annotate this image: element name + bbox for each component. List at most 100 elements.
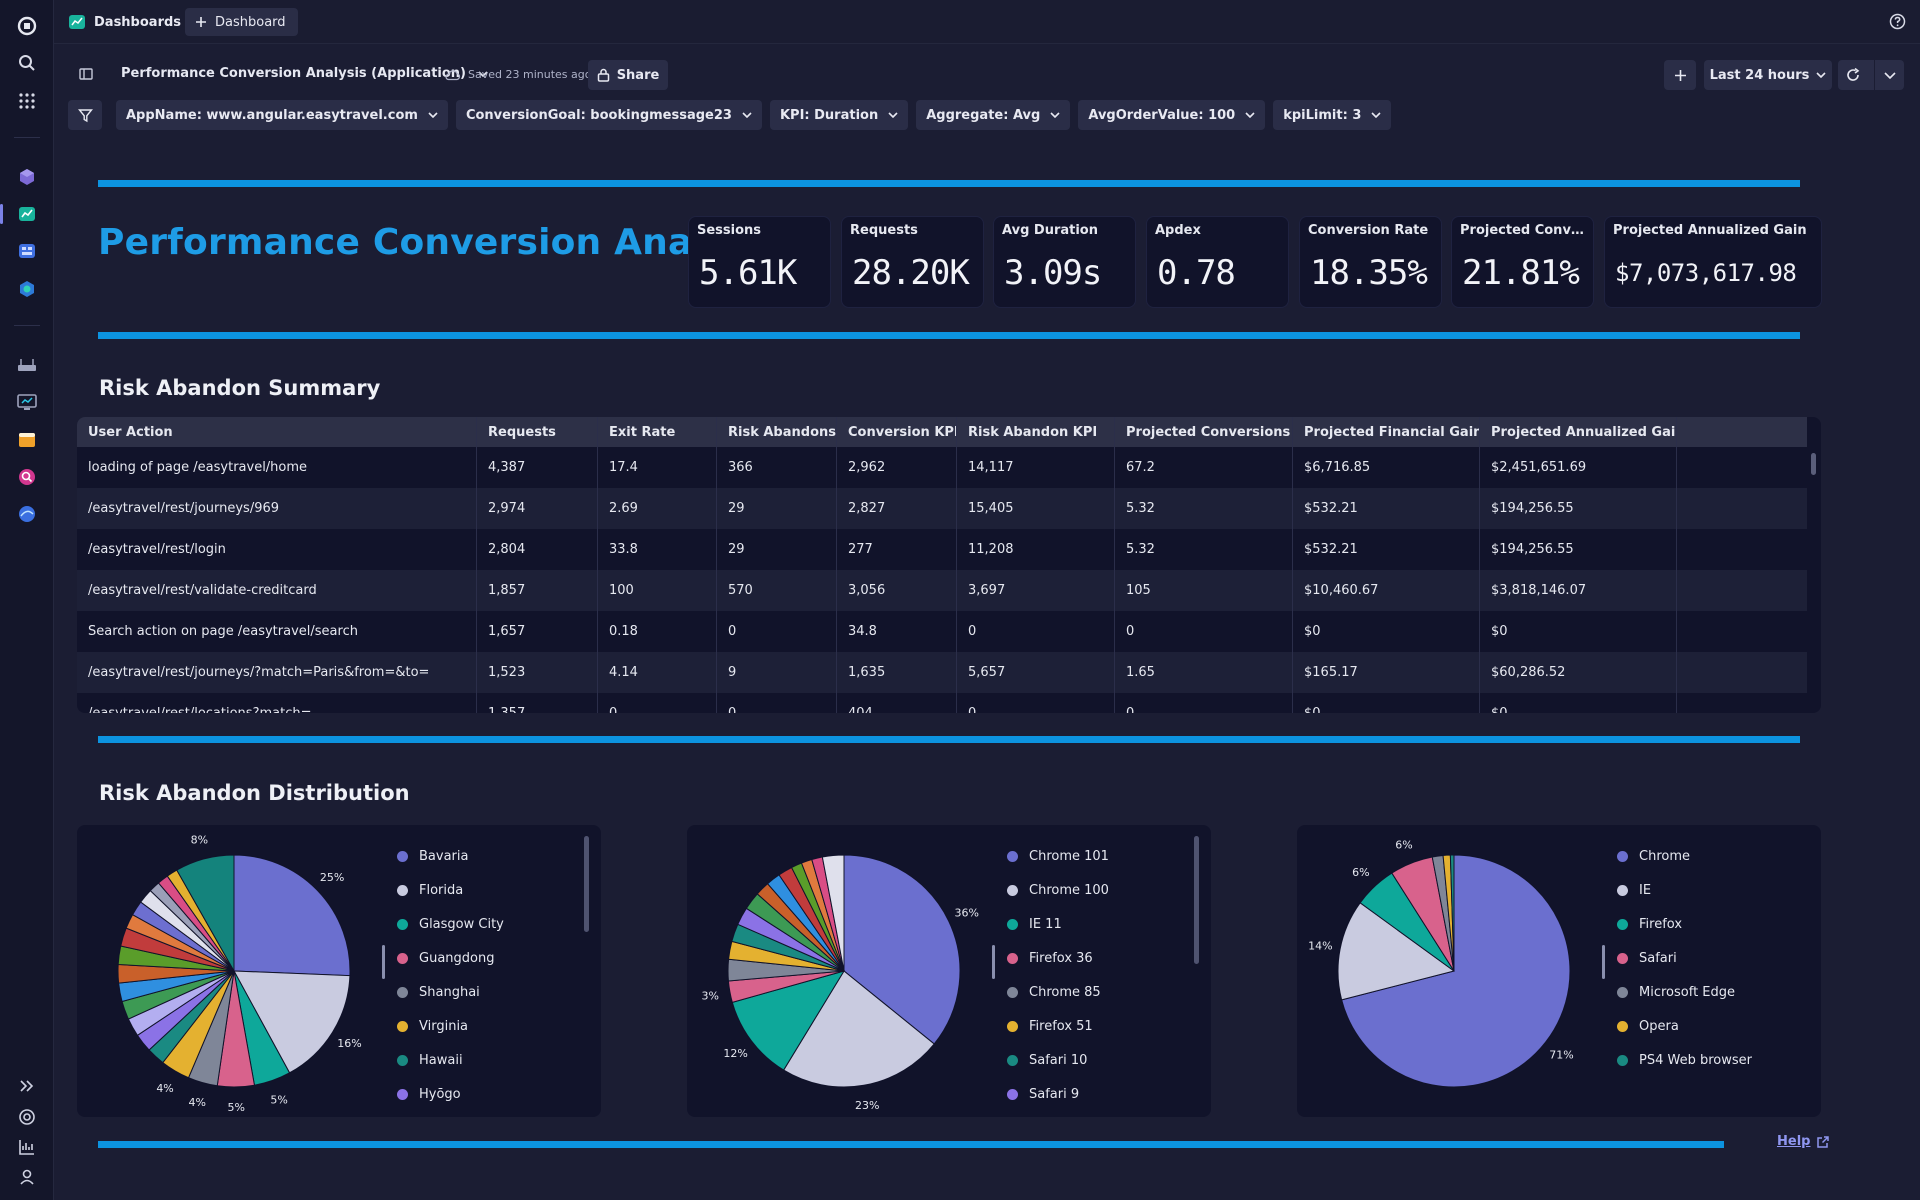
kpi-projected-conversion: Projected Conversio... 21.81% xyxy=(1451,216,1594,308)
legend-item[interactable]: Chrome 85 xyxy=(1007,975,1109,1009)
legend-item[interactable]: IE 11 xyxy=(1007,907,1109,941)
share-button[interactable]: Share xyxy=(588,60,668,90)
risk-abandon-table[interactable]: User Action Requests Exit Rate Risk Aban… xyxy=(77,417,1821,713)
legend-item[interactable]: Virginia xyxy=(397,1009,504,1043)
timeframe-selector[interactable]: Last 24 hours xyxy=(1704,60,1832,90)
frontend-app-icon[interactable] xyxy=(11,388,43,416)
column-header[interactable]: Projected Financial Gain xyxy=(1293,417,1480,447)
legend-item[interactable]: Glasgow City xyxy=(397,907,504,941)
legend-item[interactable]: Safari xyxy=(1617,941,1752,975)
table-row[interactable]: Search action on page /easytravel/search… xyxy=(77,611,1807,652)
filter-aggregate[interactable]: Aggregate: Avg xyxy=(916,100,1071,130)
legend-item[interactable]: Chrome 101 xyxy=(1007,839,1109,873)
usage-chart-icon[interactable] xyxy=(11,1133,43,1161)
column-header[interactable]: Risk Abandons xyxy=(717,417,837,447)
legend-resize-handle[interactable] xyxy=(1602,945,1605,979)
chevron-down-icon xyxy=(1816,72,1826,78)
legend-label: Safari 10 xyxy=(1029,1052,1088,1068)
kpi-projected-annualized-gain: Projected Annualized Gain $7,073,617.98 xyxy=(1604,216,1822,308)
column-header[interactable]: Risk Abandon KPI xyxy=(957,417,1115,447)
legend-item[interactable]: Safari 10 xyxy=(1007,1043,1109,1077)
table-cell: $0 xyxy=(1293,693,1480,713)
column-header[interactable]: Requests xyxy=(477,417,598,447)
legend-item[interactable]: Firefox 36 xyxy=(1007,941,1109,975)
table-cell: /easytravel/rest/validate-creditcard xyxy=(77,570,477,611)
synthetic-app-icon[interactable] xyxy=(11,500,43,528)
table-cell: 17.4 xyxy=(598,447,717,488)
infrastructure-app-icon[interactable] xyxy=(11,351,43,379)
table-row[interactable]: /easytravel/rest/journeys/?match=Paris&f… xyxy=(77,652,1807,693)
tab-dashboard[interactable]: Dashboard xyxy=(185,8,298,36)
legend-swatch xyxy=(1007,1088,1018,1100)
legend-item[interactable]: Florida xyxy=(397,873,504,907)
apps-grid-icon[interactable] xyxy=(11,87,43,115)
filter-icon xyxy=(77,108,93,123)
dashboard-title[interactable]: Performance Conversion Analysis (Applica… xyxy=(121,66,488,81)
pie-data-label: 12% xyxy=(723,1047,747,1060)
legend-resize-handle[interactable] xyxy=(992,945,995,979)
column-header[interactable]: Projected Conversions xyxy=(1115,417,1293,447)
help-link[interactable]: Help xyxy=(1777,1134,1830,1149)
table-row[interactable]: /easytravel/rest/validate-creditcard 1,85… xyxy=(77,570,1807,611)
refresh-options-button[interactable] xyxy=(1874,60,1904,90)
dynatrace-logo-icon[interactable] xyxy=(11,12,43,40)
filter-conversion-goal[interactable]: ConversionGoal: bookingmessage23 xyxy=(455,100,762,130)
filter-kpi[interactable]: KPI: Duration xyxy=(769,100,909,130)
legend-item[interactable]: Chrome 100 xyxy=(1007,873,1109,907)
legend-item[interactable]: Opera xyxy=(1617,1009,1752,1043)
rail-divider xyxy=(14,137,40,138)
search-icon[interactable] xyxy=(11,49,43,77)
legend-item[interactable]: Microsoft Edge xyxy=(1617,975,1752,1009)
column-header[interactable]: Conversion KPI xyxy=(837,417,957,447)
add-tile-button[interactable] xyxy=(1664,60,1696,90)
table-cell: $6,716.85 xyxy=(1293,447,1480,488)
legend-item[interactable]: Hawaii xyxy=(397,1043,504,1077)
support-icon[interactable] xyxy=(11,1103,43,1131)
help-icon[interactable] xyxy=(1889,13,1906,34)
legend-item[interactable]: Chrome xyxy=(1617,839,1752,873)
filter-kpi-limit[interactable]: kpiLimit: 3 xyxy=(1273,100,1392,130)
refresh-button[interactable] xyxy=(1838,60,1867,90)
legend-item[interactable]: Hyōgo xyxy=(397,1077,504,1111)
legend-item[interactable]: Shanghai xyxy=(397,975,504,1009)
table-cell: 14,117 xyxy=(957,447,1115,488)
table-cell: 5,657 xyxy=(957,652,1115,693)
column-header[interactable]: Projected Annualized Gain xyxy=(1480,417,1677,447)
legend-item[interactable]: PS4 Web browser xyxy=(1617,1043,1752,1077)
dashboards-app-icon[interactable] xyxy=(0,200,43,228)
session-replay-icon[interactable] xyxy=(11,463,43,491)
user-icon[interactable] xyxy=(11,1163,43,1191)
filter-avg-order-value[interactable]: AvgOrderValue: 100 xyxy=(1078,100,1266,130)
legend-scrollbar[interactable] xyxy=(584,836,589,932)
legend-resize-handle[interactable] xyxy=(382,945,385,979)
expand-rail-icon[interactable] xyxy=(11,1072,43,1100)
legend-item[interactable]: Safari 9 xyxy=(1007,1077,1109,1111)
legend-item[interactable]: Guangdong xyxy=(397,941,504,975)
table-scrollbar[interactable] xyxy=(1811,453,1816,475)
column-header[interactable]: Exit Rate xyxy=(598,417,717,447)
legend-item[interactable]: Firefox xyxy=(1617,907,1752,941)
notebooks-app-icon[interactable] xyxy=(11,237,43,265)
services-app-icon[interactable] xyxy=(11,275,43,303)
legend-item[interactable]: Bavaria xyxy=(397,839,504,873)
legend-scrollbar[interactable] xyxy=(1194,836,1199,964)
toggle-sidebar-icon[interactable] xyxy=(78,66,94,86)
filter-appname[interactable]: AppName: www.angular.easytravel.com xyxy=(116,100,448,130)
tab-dashboards-app[interactable]: Dashboards xyxy=(68,9,181,35)
table-row[interactable]: /easytravel/rest/login 2,804 33.8 29 277 11,2… xyxy=(77,529,1807,570)
table-row[interactable]: /easytravel/rest/journeys/969 2,974 2.69 29… xyxy=(77,488,1807,529)
cube-app-icon[interactable] xyxy=(11,163,43,191)
table-cell: 1,357 xyxy=(477,693,598,713)
legend-item[interactable]: Firefox 51 xyxy=(1007,1009,1109,1043)
table-cell: 0 xyxy=(957,611,1115,652)
filter-appname-label: AppName: www.angular.easytravel.com xyxy=(126,107,418,123)
legend-swatch xyxy=(1617,1020,1628,1032)
table-row[interactable]: /easytravel/rest/locations?match=1,35700… xyxy=(77,693,1807,713)
legend-label: Hawaii xyxy=(419,1052,463,1068)
legend-item[interactable]: IE xyxy=(1617,873,1752,907)
browser-legend: Chrome IE Firefox Safari Microsoft Edge Opera… xyxy=(1617,839,1752,1077)
column-header[interactable]: User Action xyxy=(77,417,477,447)
filter-button[interactable] xyxy=(68,100,102,130)
table-row[interactable]: loading of page /easytravel/home 4,387 17.… xyxy=(77,447,1807,488)
web-app-icon[interactable] xyxy=(11,426,43,454)
